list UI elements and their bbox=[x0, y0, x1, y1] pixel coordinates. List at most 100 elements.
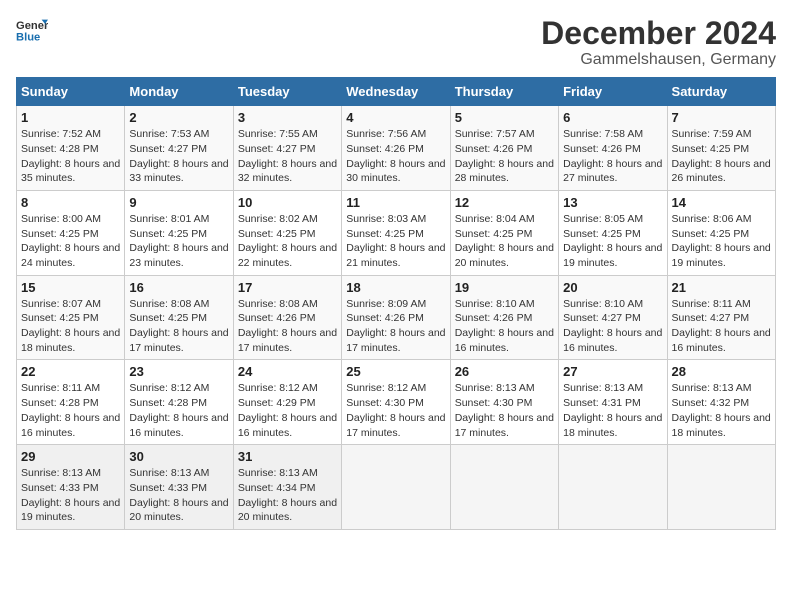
day-number: 4 bbox=[346, 110, 445, 125]
calendar-cell: 12 Sunrise: 8:04 AMSunset: 4:25 PMDayligh… bbox=[450, 190, 558, 275]
location-subtitle: Gammelshausen, Germany bbox=[541, 51, 776, 69]
day-detail: Sunrise: 8:03 AMSunset: 4:25 PMDaylight:… bbox=[346, 212, 445, 271]
header-saturday: Saturday bbox=[667, 78, 775, 106]
day-number: 14 bbox=[672, 195, 771, 210]
calendar-cell bbox=[559, 445, 667, 530]
day-detail: Sunrise: 8:12 AMSunset: 4:29 PMDaylight:… bbox=[238, 381, 337, 440]
day-detail: Sunrise: 8:02 AMSunset: 4:25 PMDaylight:… bbox=[238, 212, 337, 271]
header-monday: Monday bbox=[125, 78, 233, 106]
calendar-cell: 3 Sunrise: 7:55 AMSunset: 4:27 PMDaylight… bbox=[233, 106, 341, 191]
day-number: 21 bbox=[672, 280, 771, 295]
day-number: 15 bbox=[21, 280, 120, 295]
day-detail: Sunrise: 7:57 AMSunset: 4:26 PMDaylight:… bbox=[455, 127, 554, 186]
month-title: December 2024 bbox=[541, 16, 776, 51]
calendar-cell: 23Sunrise: 8:12 AMSunset: 4:28 PMDayligh… bbox=[125, 360, 233, 445]
day-number: 3 bbox=[238, 110, 337, 125]
header-sunday: Sunday bbox=[17, 78, 125, 106]
day-number: 5 bbox=[455, 110, 554, 125]
calendar-cell bbox=[342, 445, 450, 530]
day-detail: Sunrise: 8:08 AMSunset: 4:26 PMDaylight:… bbox=[238, 297, 337, 356]
header-row: SundayMondayTuesdayWednesdayThursdayFrid… bbox=[17, 78, 776, 106]
day-detail: Sunrise: 7:55 AMSunset: 4:27 PMDaylight:… bbox=[238, 127, 337, 186]
day-detail: Sunrise: 7:56 AMSunset: 4:26 PMDaylight:… bbox=[346, 127, 445, 186]
day-number: 8 bbox=[21, 195, 120, 210]
day-number: 9 bbox=[129, 195, 228, 210]
day-number: 29 bbox=[21, 449, 120, 464]
day-detail: Sunrise: 7:59 AMSunset: 4:25 PMDaylight:… bbox=[672, 127, 771, 186]
calendar-cell: 7 Sunrise: 7:59 AMSunset: 4:25 PMDaylight… bbox=[667, 106, 775, 191]
calendar-cell: 27 Sunrise: 8:13 AMSunset: 4:31 PMDayligh… bbox=[559, 360, 667, 445]
day-number: 10 bbox=[238, 195, 337, 210]
svg-text:Blue: Blue bbox=[16, 31, 40, 43]
svg-text:General: General bbox=[16, 20, 48, 32]
day-number: 26 bbox=[455, 364, 554, 379]
calendar-cell: 9 Sunrise: 8:01 AMSunset: 4:25 PMDaylight… bbox=[125, 190, 233, 275]
day-number: 18 bbox=[346, 280, 445, 295]
day-number: 2 bbox=[129, 110, 228, 125]
day-number: 19 bbox=[455, 280, 554, 295]
calendar-cell: 17 Sunrise: 8:08 AMSunset: 4:26 PMDayligh… bbox=[233, 275, 341, 360]
calendar-cell: 5 Sunrise: 7:57 AMSunset: 4:26 PMDaylight… bbox=[450, 106, 558, 191]
day-number: 25 bbox=[346, 364, 445, 379]
day-number: 13 bbox=[563, 195, 662, 210]
day-number: 27 bbox=[563, 364, 662, 379]
calendar-cell: 31Sunrise: 8:13 AMSunset: 4:34 PMDayligh… bbox=[233, 445, 341, 530]
day-detail: Sunrise: 8:11 AMSunset: 4:27 PMDaylight:… bbox=[672, 297, 771, 356]
day-number: 24 bbox=[238, 364, 337, 379]
day-number: 23 bbox=[129, 364, 228, 379]
calendar-cell: 30Sunrise: 8:13 AMSunset: 4:33 PMDayligh… bbox=[125, 445, 233, 530]
title-area: December 2024 Gammelshausen, Germany bbox=[541, 16, 776, 69]
day-number: 12 bbox=[455, 195, 554, 210]
calendar-body: 1Sunrise: 7:52 AMSunset: 4:28 PMDaylight… bbox=[17, 106, 776, 530]
day-detail: Sunrise: 7:58 AMSunset: 4:26 PMDaylight:… bbox=[563, 127, 662, 186]
day-detail: Sunrise: 8:10 AMSunset: 4:27 PMDaylight:… bbox=[563, 297, 662, 356]
day-number: 6 bbox=[563, 110, 662, 125]
logo: General Blue bbox=[16, 16, 48, 44]
page-header: General Blue December 2024 Gammelshausen… bbox=[16, 16, 776, 69]
calendar-header: SundayMondayTuesdayWednesdayThursdayFrid… bbox=[17, 78, 776, 106]
calendar-cell: 29 Sunrise: 8:13 AMSunset: 4:33 PMDayligh… bbox=[17, 445, 125, 530]
header-wednesday: Wednesday bbox=[342, 78, 450, 106]
day-number: 20 bbox=[563, 280, 662, 295]
calendar-cell: 25 Sunrise: 8:12 AMSunset: 4:30 PMDayligh… bbox=[342, 360, 450, 445]
day-number: 11 bbox=[346, 195, 445, 210]
week-row-1: 1Sunrise: 7:52 AMSunset: 4:28 PMDaylight… bbox=[17, 106, 776, 191]
week-row-4: 22Sunrise: 8:11 AMSunset: 4:28 PMDayligh… bbox=[17, 360, 776, 445]
day-detail: Sunrise: 8:13 AMSunset: 4:33 PMDaylight:… bbox=[21, 466, 120, 525]
calendar-cell bbox=[667, 445, 775, 530]
header-thursday: Thursday bbox=[450, 78, 558, 106]
day-detail: Sunrise: 8:05 AMSunset: 4:25 PMDaylight:… bbox=[563, 212, 662, 271]
day-detail: Sunrise: 8:13 AMSunset: 4:33 PMDaylight:… bbox=[129, 466, 228, 525]
calendar-cell: 26Sunrise: 8:13 AMSunset: 4:30 PMDayligh… bbox=[450, 360, 558, 445]
day-detail: Sunrise: 8:06 AMSunset: 4:25 PMDaylight:… bbox=[672, 212, 771, 271]
day-detail: Sunrise: 8:12 AMSunset: 4:30 PMDaylight:… bbox=[346, 381, 445, 440]
calendar-cell: 6 Sunrise: 7:58 AMSunset: 4:26 PMDaylight… bbox=[559, 106, 667, 191]
week-row-2: 8Sunrise: 8:00 AMSunset: 4:25 PMDaylight… bbox=[17, 190, 776, 275]
week-row-5: 29 Sunrise: 8:13 AMSunset: 4:33 PMDayligh… bbox=[17, 445, 776, 530]
calendar-cell: 15 Sunrise: 8:07 AMSunset: 4:25 PMDayligh… bbox=[17, 275, 125, 360]
day-detail: Sunrise: 8:13 AMSunset: 4:34 PMDaylight:… bbox=[238, 466, 337, 525]
day-number: 1 bbox=[21, 110, 120, 125]
calendar-cell: 19Sunrise: 8:10 AMSunset: 4:26 PMDayligh… bbox=[450, 275, 558, 360]
calendar-cell: 11 Sunrise: 8:03 AMSunset: 4:25 PMDayligh… bbox=[342, 190, 450, 275]
header-tuesday: Tuesday bbox=[233, 78, 341, 106]
day-detail: Sunrise: 8:07 AMSunset: 4:25 PMDaylight:… bbox=[21, 297, 120, 356]
calendar-cell: 24 Sunrise: 8:12 AMSunset: 4:29 PMDayligh… bbox=[233, 360, 341, 445]
day-number: 28 bbox=[672, 364, 771, 379]
calendar-cell: 1Sunrise: 7:52 AMSunset: 4:28 PMDaylight… bbox=[17, 106, 125, 191]
calendar-cell bbox=[450, 445, 558, 530]
day-number: 16 bbox=[129, 280, 228, 295]
day-detail: Sunrise: 7:53 AMSunset: 4:27 PMDaylight:… bbox=[129, 127, 228, 186]
day-detail: Sunrise: 8:08 AMSunset: 4:25 PMDaylight:… bbox=[129, 297, 228, 356]
day-detail: Sunrise: 8:13 AMSunset: 4:31 PMDaylight:… bbox=[563, 381, 662, 440]
calendar-cell: 21 Sunrise: 8:11 AMSunset: 4:27 PMDayligh… bbox=[667, 275, 775, 360]
day-detail: Sunrise: 8:01 AMSunset: 4:25 PMDaylight:… bbox=[129, 212, 228, 271]
calendar-cell: 28Sunrise: 8:13 AMSunset: 4:32 PMDayligh… bbox=[667, 360, 775, 445]
calendar-cell: 22Sunrise: 8:11 AMSunset: 4:28 PMDayligh… bbox=[17, 360, 125, 445]
header-friday: Friday bbox=[559, 78, 667, 106]
day-detail: Sunrise: 8:11 AMSunset: 4:28 PMDaylight:… bbox=[21, 381, 120, 440]
day-detail: Sunrise: 8:04 AMSunset: 4:25 PMDaylight:… bbox=[455, 212, 554, 271]
day-number: 7 bbox=[672, 110, 771, 125]
day-number: 17 bbox=[238, 280, 337, 295]
calendar-cell: 4 Sunrise: 7:56 AMSunset: 4:26 PMDaylight… bbox=[342, 106, 450, 191]
